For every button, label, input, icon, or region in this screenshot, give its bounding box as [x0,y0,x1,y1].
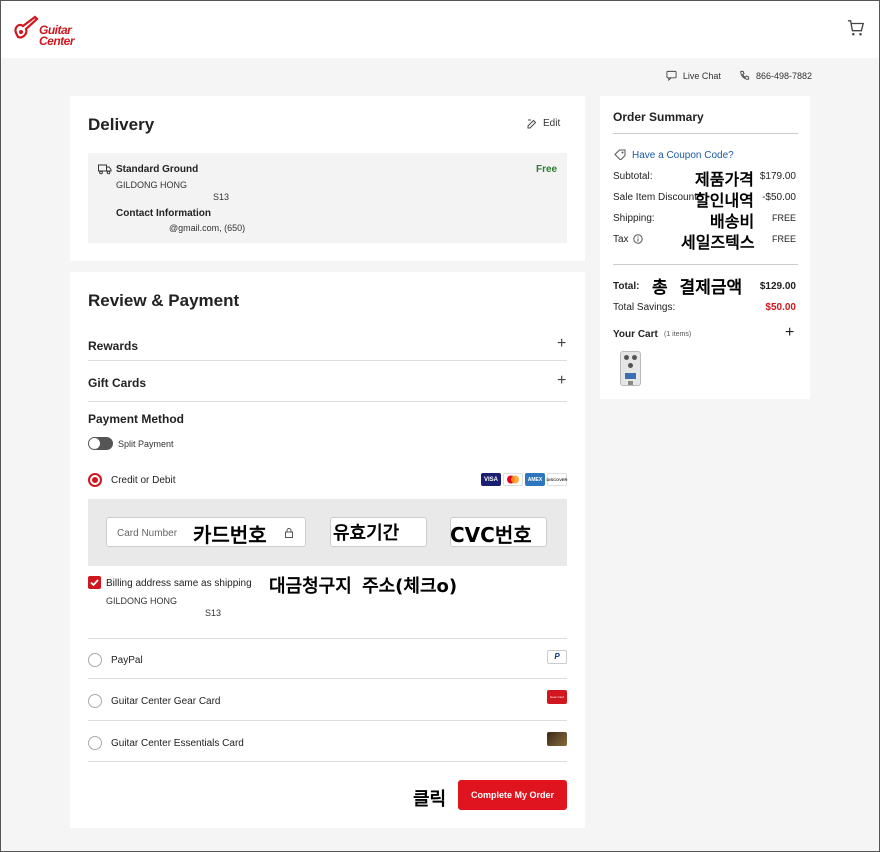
product-thumbnail[interactable] [620,351,641,386]
tax-value: FREE [771,234,796,244]
shipping-method: Standard Ground [116,164,199,175]
billing-address: S13 [205,608,222,618]
cart-count: (1 items) [664,331,692,338]
checkmark-icon [90,579,99,587]
annotation-click: 클릭 [413,789,447,810]
sale-discount-value: -$50.00 [762,192,796,203]
essentials-card-radio[interactable] [88,736,102,750]
order-summary-title: Order Summary [613,110,704,124]
live-chat-link[interactable]: Live Chat [683,71,721,81]
phone-number[interactable]: 866-498-7882 [756,71,812,81]
total-savings-value: $50.00 [765,302,796,313]
gear-card-radio[interactable] [88,694,102,708]
amex-logo: AMEX [525,473,545,486]
divider [88,761,567,762]
gift-cards-toggle[interactable]: Gift Cards [88,376,146,390]
complete-order-button[interactable]: Complete My Order [458,780,567,810]
paypal-label: PayPal [111,655,143,666]
annotation-card-number: 카드번호 [193,523,267,547]
logo-text-line2: Center [39,34,75,48]
divider [88,638,567,639]
billing-name: GILDONG HONG [106,596,178,606]
shipping-name: GILDONG HONG [116,180,188,190]
truck-icon [98,164,112,175]
info-icon[interactable] [633,234,643,244]
split-payment-toggle[interactable] [88,437,113,450]
contact-title: Contact Information [116,208,211,219]
annotation-expiry: 유효기간 [333,523,400,544]
rewards-plus-icon[interactable]: + [557,335,566,353]
lock-icon [285,528,293,538]
cart-expand-plus-icon[interactable]: + [785,324,794,342]
total-label: Total: [613,281,640,292]
divider [613,133,798,134]
cart-icon[interactable] [847,19,865,37]
annotation-total: 총 결제금액 [652,278,743,298]
rewards-toggle[interactable]: Rewards [88,339,138,353]
coupon-link[interactable]: Have a Coupon Code? [632,150,734,161]
shipping-address: S13 [213,192,230,202]
visa-logo: VISA [481,473,501,486]
mastercard-logo: MC [503,473,523,486]
site-header: Guitar Center [1,1,879,58]
subtotal-value: $179.00 [759,171,796,182]
essentials-card-label: Guitar Center Essentials Card [111,738,244,749]
gear-card-logo: Gear Card [547,690,567,704]
essentials-card-logo [547,732,567,746]
discover-logo: DISCOVER [547,473,567,486]
annotation-cvc: CVC번호 [450,523,532,547]
phone-icon [740,70,750,80]
your-cart-label: Your Cart [613,329,658,340]
divider [88,720,567,721]
payment-method-title: Payment Method [88,412,185,426]
total-savings-label: Total Savings: [613,302,676,313]
chat-icon [666,70,677,81]
credit-debit-radio[interactable] [88,473,102,487]
credit-debit-label: Credit or Debit [111,475,176,486]
contact-value: @gmail.com, (650) [169,223,246,233]
total-value: $129.00 [759,281,796,292]
divider [88,401,567,402]
shipping-price: Free [536,164,558,175]
delivery-edit-button[interactable]: Edit [527,118,560,129]
edit-icon [527,119,537,128]
gear-card-label: Guitar Center Gear Card [111,696,221,707]
annotation-sales-tax: 세일즈텍스 [681,233,755,252]
annotation-billing: 대금청구지 주소(체크o) [269,576,458,597]
divider [613,264,798,265]
subtotal-label: Subtotal: [613,171,653,182]
review-title: Review & Payment [88,291,240,310]
divider [88,678,567,679]
shipping-label: Shipping: [613,213,655,224]
split-payment-label: Split Payment [118,439,174,449]
card-number-placeholder: Card Number [117,528,178,539]
billing-checkbox[interactable] [88,576,101,589]
billing-same-label: Billing address same as shipping [106,578,252,589]
gift-cards-plus-icon[interactable]: + [557,372,566,390]
divider [88,360,567,361]
shipping-value: FREE [771,213,796,223]
sale-discount-label: Sale Item Discount [613,192,697,203]
paypal-radio[interactable] [88,653,102,667]
paypal-logo: P [547,650,567,664]
delivery-title: Delivery [88,115,155,134]
edit-label: Edit [543,118,561,129]
support-links: Live Chat 866-498-7882 [666,70,812,81]
tag-icon [614,149,626,160]
tax-label: Tax [613,234,629,245]
guitar-center-logo[interactable]: Guitar Center [13,13,77,48]
